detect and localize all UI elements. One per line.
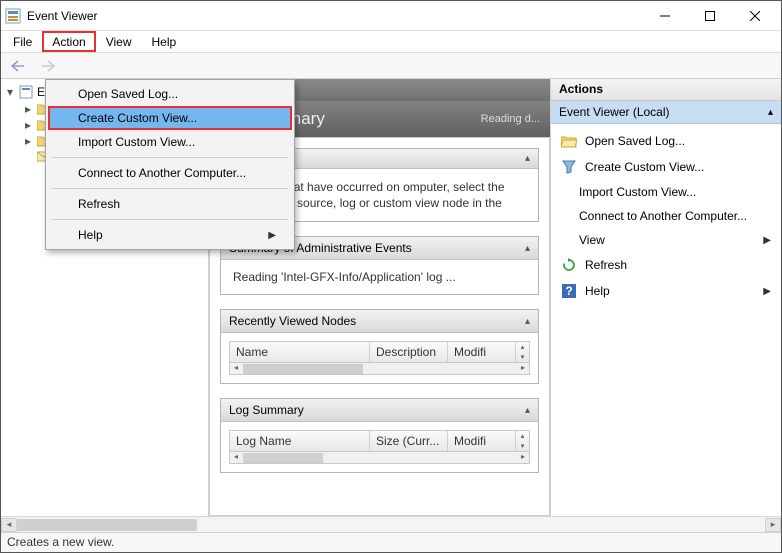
window: Event Viewer File Action View Help ▾ Ev … (0, 0, 782, 553)
expand-icon[interactable]: ▸ (23, 134, 33, 148)
dd-connect-computer[interactable]: Connect to Another Computer... (48, 161, 292, 185)
back-button[interactable] (7, 55, 29, 77)
submenu-arrow-icon: ▶ (763, 235, 771, 246)
action-open-saved-log[interactable]: Open Saved Log... (555, 128, 777, 154)
dd-label: Connect to Another Computer... (78, 166, 246, 180)
action-label: View (579, 233, 605, 247)
scroll-right-icon[interactable]: ▸ (765, 518, 781, 532)
action-import-custom-view[interactable]: Import Custom View... (555, 180, 777, 204)
dd-create-custom-view[interactable]: Create Custom View... (48, 106, 292, 130)
col-name[interactable]: Name (230, 342, 370, 362)
actions-list: Open Saved Log... Create Custom View... … (551, 124, 781, 308)
recent-nodes-title: Recently Viewed Nodes (229, 314, 356, 328)
window-controls (642, 2, 777, 30)
recent-grid-scroll[interactable]: ◂▸ (229, 363, 530, 375)
log-summary-panel: Log Summary ▴ Log Name Size (Curr... Mod… (220, 398, 539, 473)
menubar: File Action View Help (1, 31, 781, 53)
logsum-grid-header: Log Name Size (Curr... Modifi ▴▾ (229, 430, 530, 452)
scroll-left-icon[interactable]: ◂ (1, 518, 17, 532)
submenu-arrow-icon: ▶ (268, 230, 276, 241)
window-title: Event Viewer (27, 9, 642, 23)
toolbar (1, 53, 781, 79)
recent-grid-header: Name Description Modifi ▴▾ (229, 341, 530, 363)
refresh-icon (561, 257, 577, 273)
action-label: Import Custom View... (579, 185, 696, 199)
expand-icon[interactable]: ▸ (23, 102, 33, 116)
action-view[interactable]: View ▶ (555, 228, 777, 252)
summary-events-body: Reading 'Intel-GFX-Info/Application' log… (233, 270, 526, 284)
collapse-icon[interactable]: ▴ (525, 153, 530, 164)
action-menu-dropdown: Open Saved Log... Create Custom View... … (45, 79, 295, 250)
dd-label: Refresh (78, 197, 120, 211)
dd-label: Create Custom View... (78, 111, 197, 125)
dd-label: Import Custom View... (78, 135, 195, 149)
menu-help[interactable]: Help (142, 31, 187, 52)
close-button[interactable] (732, 2, 777, 30)
col-modified[interactable]: Modifi (448, 342, 515, 362)
statusbar: Creates a new view. (1, 532, 781, 552)
summary-loading: Reading d... (481, 113, 540, 125)
event-viewer-icon (19, 85, 33, 99)
menu-separator (52, 188, 288, 189)
scroll-spin[interactable]: ▴▾ (515, 342, 529, 362)
collapse-icon[interactable]: ▴ (525, 243, 530, 254)
dd-refresh[interactable]: Refresh (48, 192, 292, 216)
menu-file[interactable]: File (3, 31, 42, 52)
col-size[interactable]: Size (Curr... (370, 431, 448, 451)
action-refresh[interactable]: Refresh (555, 252, 777, 278)
collapse-icon[interactable]: ▴ (768, 107, 773, 118)
action-label: Open Saved Log... (585, 134, 685, 148)
recent-nodes-panel: Recently Viewed Nodes ▴ Name Description… (220, 309, 539, 384)
action-create-custom-view[interactable]: Create Custom View... (555, 154, 777, 180)
dd-help[interactable]: Help ▶ (48, 223, 292, 247)
svg-text:?: ? (565, 284, 572, 298)
maximize-button[interactable] (687, 2, 732, 30)
action-label: Create Custom View... (585, 160, 704, 174)
action-label: Help (585, 284, 610, 298)
actions-pane: Actions Event Viewer (Local) ▴ Open Save… (551, 79, 781, 516)
dd-import-custom-view[interactable]: Import Custom View... (48, 130, 292, 154)
help-icon: ? (561, 283, 577, 299)
status-text: Creates a new view. (7, 535, 114, 549)
forward-button[interactable] (37, 55, 59, 77)
col-logname[interactable]: Log Name (230, 431, 370, 451)
dd-label: Help (78, 228, 103, 242)
action-label: Connect to Another Computer... (579, 209, 747, 223)
main-area: ▾ Ev ▸ ▸ ▸ ocal) and Summary Reading d..… (1, 79, 781, 516)
actions-subhead[interactable]: Event Viewer (Local) ▴ (551, 101, 781, 124)
menu-action[interactable]: Action (42, 31, 95, 52)
menu-separator (52, 219, 288, 220)
menu-view[interactable]: View (96, 31, 142, 52)
titlebar: Event Viewer (1, 1, 781, 31)
dd-label: Open Saved Log... (78, 87, 178, 101)
scroll-track[interactable] (17, 518, 765, 532)
actions-subhead-label: Event Viewer (Local) (559, 105, 670, 119)
col-modified[interactable]: Modifi (448, 431, 515, 451)
action-label: Refresh (585, 258, 627, 272)
minimize-button[interactable] (642, 2, 687, 30)
app-icon (5, 8, 21, 24)
recent-nodes-header[interactable]: Recently Viewed Nodes ▴ (221, 310, 538, 333)
submenu-arrow-icon: ▶ (763, 286, 771, 297)
scroll-spin[interactable]: ▴▾ (515, 431, 529, 451)
scroll-thumb[interactable] (17, 519, 197, 531)
log-summary-header[interactable]: Log Summary ▴ (221, 399, 538, 422)
actions-title: Actions (551, 79, 781, 101)
menu-separator (52, 157, 288, 158)
log-summary-title: Log Summary (229, 403, 304, 417)
expand-icon[interactable]: ▸ (23, 118, 33, 132)
action-help[interactable]: ? Help ▶ (555, 278, 777, 304)
folder-open-icon (561, 133, 577, 149)
collapse-icon[interactable]: ▾ (5, 85, 15, 99)
logsum-grid-scroll[interactable]: ◂▸ (229, 452, 530, 464)
filter-icon (561, 159, 577, 175)
action-connect-computer[interactable]: Connect to Another Computer... (555, 204, 777, 228)
dd-open-saved-log[interactable]: Open Saved Log... (48, 82, 292, 106)
collapse-icon[interactable]: ▴ (525, 316, 530, 327)
horizontal-scrollbar[interactable]: ◂ ▸ (1, 516, 781, 532)
col-description[interactable]: Description (370, 342, 448, 362)
collapse-icon[interactable]: ▴ (525, 405, 530, 416)
